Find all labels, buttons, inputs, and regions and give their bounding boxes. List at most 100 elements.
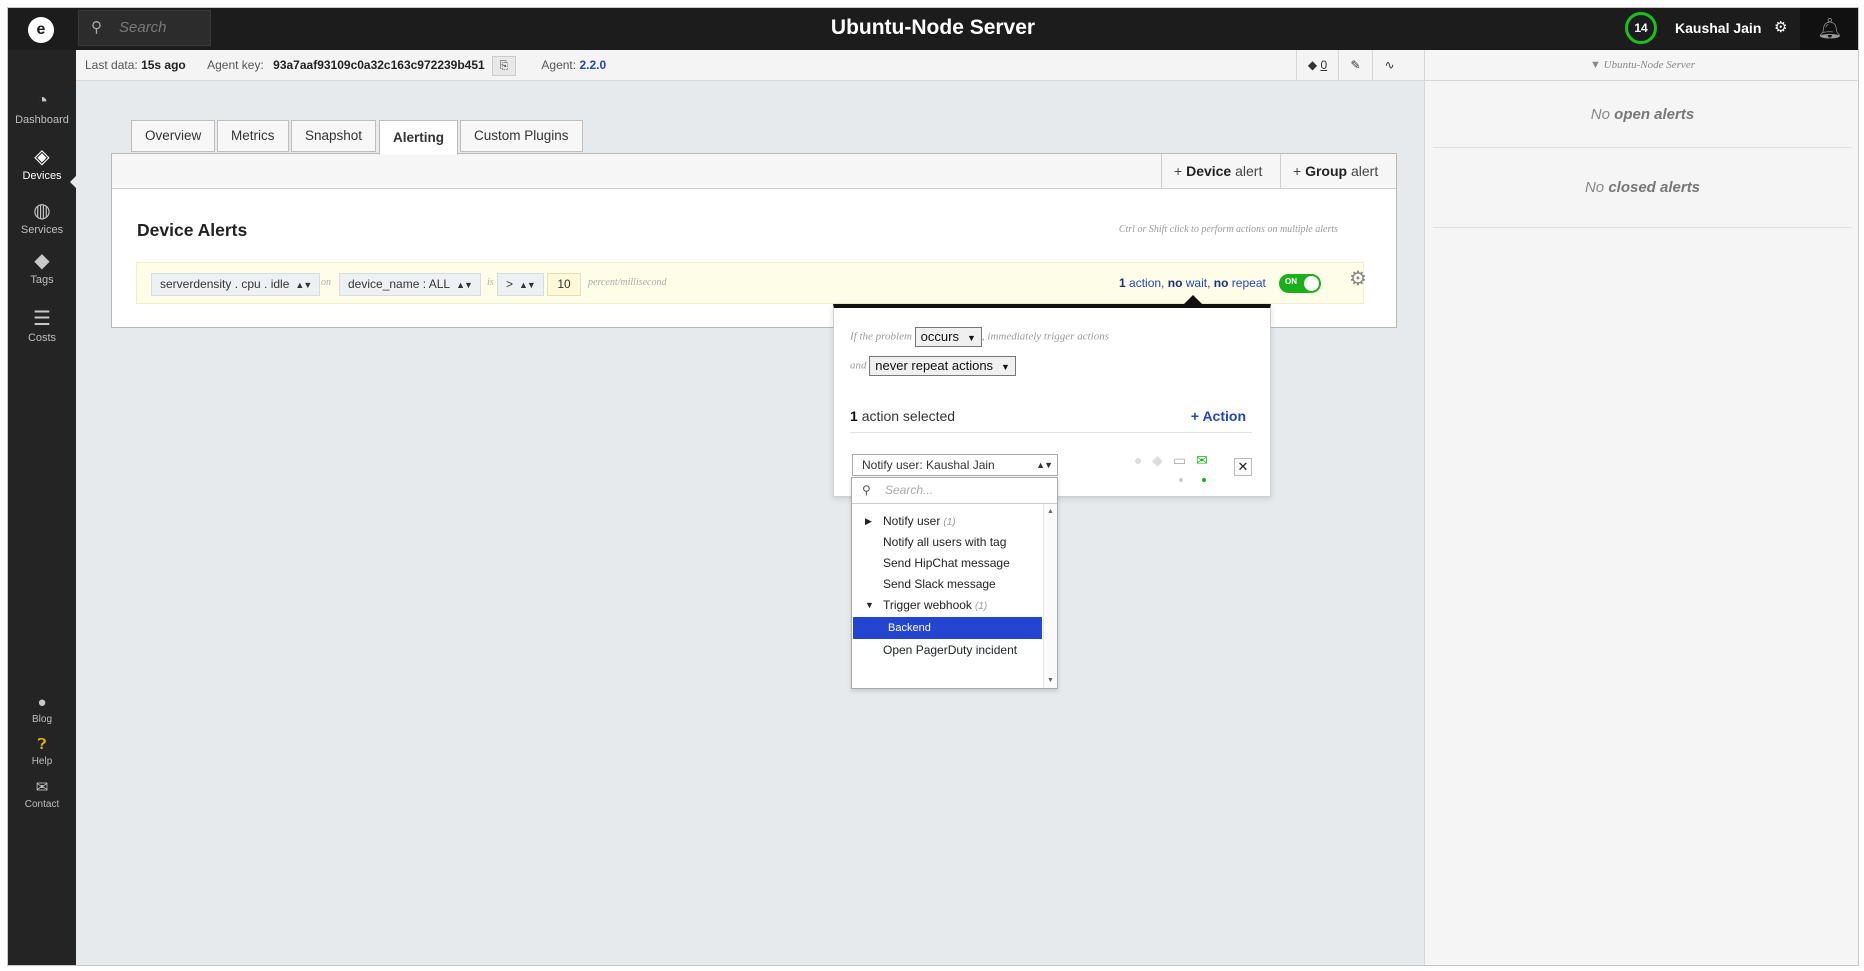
scope-value: device_name : ALL (348, 277, 451, 291)
repeat-prefix: and (850, 359, 867, 372)
tab-snapshot[interactable]: Snapshot (291, 120, 377, 152)
apple-icon[interactable]: ● (1134, 452, 1142, 468)
actions-summary-link[interactable]: 1 action, no wait, no repeat (1119, 276, 1266, 290)
user-menu[interactable]: Kaushal Jain (1675, 8, 1761, 48)
trigger-prefix: If the problem (850, 330, 912, 343)
agent-version-link[interactable]: 2.2.0 (579, 58, 606, 72)
tab-alerting[interactable]: Alerting (379, 120, 459, 155)
tag-icon: ◆ (1307, 58, 1318, 72)
updown-arrows-icon: ▲▼ (1036, 460, 1053, 470)
alerts-bell-icon[interactable]: 🔔︎ (1800, 8, 1858, 50)
layers-icon: ◈ (34, 146, 50, 168)
metric-select[interactable]: serverdensity . cpu . idle ▲▼ (151, 273, 321, 296)
sidebar-item-devices[interactable]: ◈ Devices (8, 146, 76, 182)
list-item-label: Backend (888, 622, 931, 634)
list-item-count: (1) (974, 601, 988, 612)
divider (850, 432, 1252, 433)
alerts-toolbar: + Device alert + Group alert (112, 154, 1396, 189)
sidebar-item-blog[interactable]: ● Blog (8, 694, 76, 725)
tab-metrics[interactable]: Metrics (217, 120, 289, 152)
last-data-value: 15s ago (141, 58, 186, 72)
threshold-input[interactable]: 10 (547, 273, 581, 296)
agent-label: Agent: (541, 58, 577, 72)
operator-select[interactable]: > ▲▼ (497, 273, 544, 296)
alerts-side-panel: ▼ Ubuntu-Node Server No open alerts No c… (1424, 50, 1858, 965)
alert-settings-gear-icon[interactable]: ⚙ (1349, 266, 1367, 291)
trigger-condition-select[interactable]: occurs ▼ (914, 327, 982, 347)
is-label: is (487, 277, 494, 288)
email-status-dot (1202, 478, 1206, 482)
toggle-label: ON (1285, 277, 1297, 286)
add-device-alert-rest: alert (1235, 163, 1263, 179)
add-group-alert-bold: Group (1305, 163, 1348, 179)
sidebar-item-tags[interactable]: ◆ Tags (8, 250, 76, 286)
sidebar-item-label: Services (20, 224, 64, 236)
list-item-hipchat[interactable]: Send HipChat message (852, 552, 1042, 574)
sidebar-item-costs[interactable]: ☰ Costs (8, 308, 76, 344)
scope-select[interactable]: device_name : ALL ▲▼ (339, 273, 481, 296)
list-item-webhook[interactable]: ▼ Trigger webhook (1) (852, 594, 1042, 616)
action-type-select[interactable]: Notify user: Kaushal Jain ▲▼ (852, 454, 1058, 476)
summary-no-repeat: no (1213, 276, 1229, 290)
sidebar-item-contact[interactable]: ✉ Contact (8, 779, 76, 810)
dropdown-search-placeholder: Search... (885, 483, 934, 497)
list-item-slack[interactable]: Send Slack message (852, 573, 1042, 595)
list-item-backend-selected[interactable]: Backend (853, 617, 1042, 639)
globe-icon: ◍ (33, 200, 51, 222)
dropdown-arrow-icon: ▼ (966, 333, 976, 343)
add-action-label: Action (1202, 408, 1246, 424)
action-type-dropdown: ⚲ Search... ▶ Notify user (1) Notify all … (851, 477, 1058, 689)
copy-key-icon[interactable]: ⎘ (492, 55, 517, 76)
list-item-pagerduty[interactable]: Open PagerDuty incident (852, 639, 1042, 661)
list-item-notify-tag[interactable]: Notify all users with tag (852, 531, 1042, 553)
notification-count-badge[interactable]: 14 (1625, 12, 1657, 44)
alert-actions-popover: If the problem occurs ▼ , immediately trig… (833, 304, 1271, 497)
device-info-bar: Last data: 15s ago Agent key: 93a7aaf931… (76, 50, 1424, 81)
tag-count: 0 (1320, 58, 1328, 72)
add-device-alert-button[interactable]: + Device alert (1161, 154, 1274, 189)
pulse-icon: ∿ (1384, 58, 1395, 72)
sms-status-dot (1179, 478, 1183, 482)
alert-enabled-toggle[interactable]: ON (1279, 274, 1321, 293)
sidebar-item-dashboard[interactable]: ◔ Dashboard (8, 90, 76, 126)
dropdown-scrollbar[interactable]: ▲ ▼ (1043, 504, 1057, 688)
tab-overview[interactable]: Overview (131, 120, 216, 152)
scroll-down-icon[interactable]: ▼ (1047, 677, 1054, 684)
sidebar-item-help[interactable]: ❓︎ Help (8, 736, 76, 767)
sidebar-item-label: Dashboard (15, 114, 69, 126)
android-icon[interactable]: ◆ (1152, 452, 1163, 469)
alerts-filter[interactable]: ▼ Ubuntu-Node Server (1425, 50, 1858, 81)
list-item-label: Trigger webhook (883, 598, 972, 612)
sidebar-item-services[interactable]: ◍ Services (8, 200, 76, 236)
device-tags-button[interactable]: ◆ 0 (1296, 50, 1338, 81)
scroll-up-icon[interactable]: ▲ (1047, 508, 1054, 515)
top-bar: e ⚲ Search Ubuntu-Node Server 14 Kaushal… (8, 8, 1858, 50)
alert-row[interactable]: serverdensity . cpu . idle ▲▼ on device_n… (136, 262, 1364, 304)
sidebar-item-label: Tags (30, 274, 54, 286)
repeat-line: and never repeat actions ▼ (850, 356, 1016, 376)
repeat-select[interactable]: never repeat actions ▼ (869, 356, 1016, 376)
list-item-notify-user[interactable]: ▶ Notify user (1) (852, 510, 1042, 532)
add-group-alert-button[interactable]: + Group alert (1280, 154, 1390, 189)
edit-device-button[interactable]: ✎ (1338, 50, 1372, 81)
search-icon: ⚲ (862, 483, 871, 497)
help-icon: ❓︎ (37, 736, 47, 753)
updown-arrows-icon: ▲▼ (519, 280, 536, 290)
summary-repeat: repeat (1231, 276, 1266, 290)
list-item-label: Notify all users with tag (883, 535, 1007, 549)
multi-select-hint: Ctrl or Shift click to perform actions o… (1118, 224, 1338, 235)
add-action-button[interactable]: + Action (1191, 408, 1246, 424)
toggle-knob (1304, 276, 1319, 291)
activity-toggle-button[interactable]: ∿ (1372, 50, 1406, 81)
closed-alerts-prefix: No (1584, 179, 1605, 196)
open-alerts-status: No open alerts (1433, 81, 1852, 148)
dropdown-search-input[interactable]: ⚲ Search... (852, 478, 1057, 504)
email-icon[interactable]: ✉ (1196, 452, 1208, 469)
dropdown-arrow-icon: ▼ (1001, 362, 1010, 372)
remove-action-button[interactable]: ✕ (1234, 458, 1252, 476)
user-settings-gear-icon[interactable]: ⚙ (1774, 8, 1787, 48)
metric-value: serverdensity . cpu . idle (160, 277, 290, 291)
sms-icon[interactable]: ▭ (1173, 452, 1186, 469)
tab-custom-plugins[interactable]: Custom Plugins (460, 120, 583, 152)
plus-icon: + (1190, 408, 1200, 424)
